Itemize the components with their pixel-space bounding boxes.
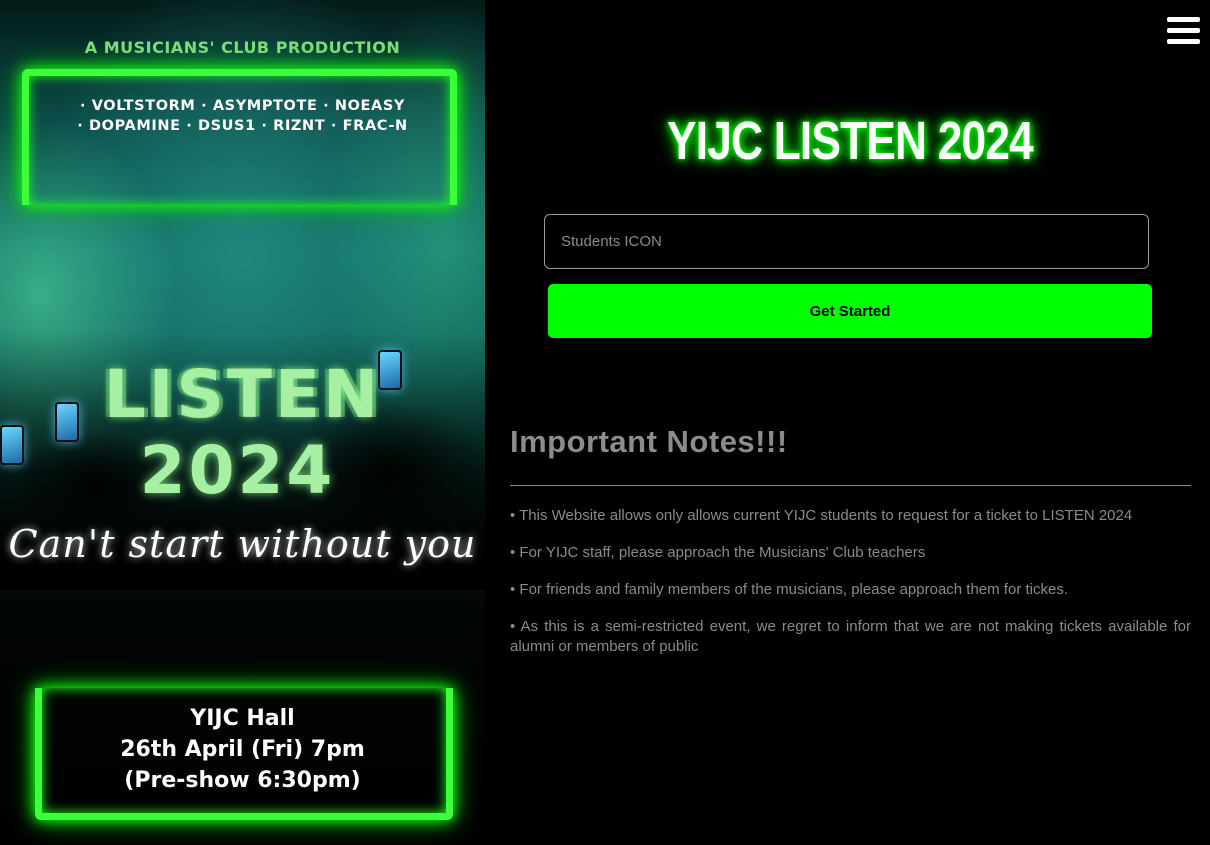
poster-lineup-line2: · DOPAMINE · DSUS1 · RIZNT · FRAC-N	[77, 118, 408, 134]
poster-preshow: (Pre-show 6:30pm)	[124, 768, 361, 793]
poster-credit: A MUSICIANS' CLUB PRODUCTION	[84, 38, 401, 57]
divider	[510, 485, 1191, 486]
notes-list: • This Website allows only allows curren…	[510, 506, 1191, 674]
menu-bar	[1167, 28, 1200, 33]
note-item: • This Website allows only allows curren…	[510, 507, 1133, 524]
poster-venue: YIJC Hall	[190, 706, 295, 731]
get-started-button[interactable]: Get Started	[548, 284, 1152, 338]
neon-frame-top	[22, 69, 457, 205]
poster-lineup-line1: · VOLTSTORM · ASYMPTOTE · NOEASY	[79, 98, 405, 114]
note-item: • For YIJC staff, please approach the Mu…	[510, 544, 926, 561]
poster-event-year: 2024	[139, 432, 336, 509]
student-icon-input[interactable]	[544, 214, 1149, 269]
poster-date-time: 26th April (Fri) 7pm	[120, 737, 365, 762]
notes-heading: Important Notes!!!	[510, 424, 788, 459]
note-item: • For friends and family members of the …	[510, 581, 1068, 598]
note-item: • As this is a semi-restricted event, we…	[510, 618, 1191, 655]
menu-bar	[1167, 39, 1200, 44]
menu-bar	[1167, 17, 1200, 22]
page-title: YIJC LISTEN 2024	[667, 111, 1034, 171]
poster-tagline: Can't start without you	[8, 522, 477, 566]
event-poster: A MUSICIANS' CLUB PRODUCTION · VOLTSTORM…	[0, 0, 485, 845]
poster-event-name: LISTEN	[103, 356, 382, 433]
hamburger-menu-icon[interactable]	[1167, 17, 1200, 45]
